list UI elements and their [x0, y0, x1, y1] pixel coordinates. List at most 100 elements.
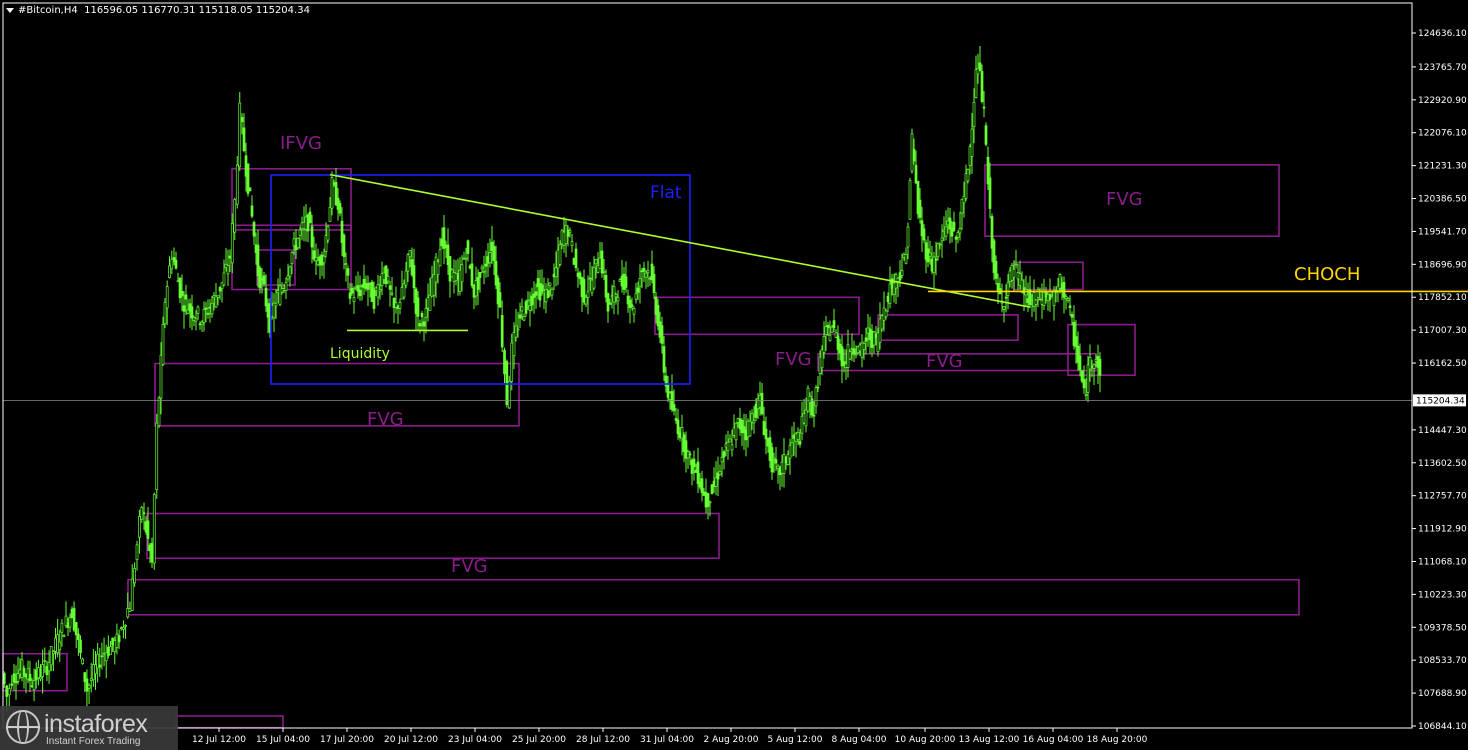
- candle-body: [235, 164, 239, 205]
- candle-body: [252, 221, 256, 237]
- candle-body: [81, 658, 84, 664]
- candle-body: [848, 351, 852, 360]
- candle-body: [238, 102, 242, 168]
- fvg-zone-box: [877, 314, 1019, 341]
- candle-body: [47, 662, 51, 672]
- candle-body: [594, 258, 598, 265]
- candle-body: [476, 277, 480, 290]
- candle-body: [764, 428, 768, 440]
- candles-layer: [2, 46, 1102, 712]
- candle-body: [796, 432, 800, 440]
- candle-body: [98, 664, 102, 668]
- price-tick-label: 109378.50: [1418, 623, 1467, 633]
- candle-body: [1092, 364, 1096, 369]
- candle-body: [113, 640, 117, 652]
- candle-body: [524, 301, 528, 314]
- candle-body: [135, 544, 139, 560]
- time-tick-label: 25 Jul 20:00: [512, 735, 566, 745]
- candle-body: [344, 263, 348, 266]
- candle-body: [672, 404, 676, 411]
- candle-body: [634, 293, 638, 300]
- price-tick-label: 112757.70: [1418, 492, 1467, 502]
- candle-body: [522, 316, 526, 321]
- candle-body: [503, 349, 506, 375]
- candle-body: [352, 297, 356, 302]
- candle-body: [424, 308, 428, 318]
- candle-body: [165, 286, 169, 309]
- liquidity-label: Liquidity: [330, 346, 390, 362]
- candle-body: [1064, 296, 1068, 299]
- candle-body: [466, 240, 470, 254]
- time-tick-label: 13 Aug 12:00: [959, 735, 1020, 745]
- candle-body: [970, 128, 974, 157]
- candle-body: [1014, 263, 1018, 266]
- candle-body: [630, 304, 634, 307]
- candle-body: [28, 673, 32, 681]
- candle-body: [214, 295, 218, 308]
- candle-body: [1006, 282, 1010, 296]
- candle-body: [308, 211, 312, 224]
- candle-body: [510, 342, 514, 382]
- candle-body: [470, 263, 474, 287]
- candle-body: [734, 422, 738, 441]
- candle-body: [180, 290, 184, 297]
- candle-body: [514, 325, 518, 338]
- time-tick-label: 2 Aug 20:00: [704, 735, 759, 745]
- candle-body: [10, 683, 14, 686]
- candle-body: [233, 199, 237, 233]
- candle-body: [100, 655, 104, 658]
- candle-body: [826, 325, 830, 329]
- candle-body: [790, 442, 794, 457]
- price-tick-label: 122076.10: [1418, 129, 1467, 139]
- candle-body: [45, 666, 49, 676]
- candle-body: [760, 392, 764, 415]
- candle-body: [692, 458, 696, 468]
- candle-body: [914, 164, 918, 184]
- candle-body: [832, 320, 836, 328]
- candle-body: [614, 294, 618, 298]
- price-tick-label: 123765.70: [1418, 63, 1467, 73]
- price-tick-label: 111912.90: [1418, 525, 1467, 535]
- candle-body: [584, 296, 588, 305]
- candle-body: [14, 681, 18, 684]
- candle-body: [83, 672, 87, 682]
- candle-body: [726, 441, 730, 451]
- candle-body: [972, 101, 976, 128]
- candle-body: [1068, 305, 1072, 309]
- time-tick-label: 31 Jul 04:00: [640, 735, 694, 745]
- candle-body: [126, 608, 130, 618]
- candle-body: [608, 302, 612, 305]
- candle-body: [346, 268, 350, 276]
- candle-body: [478, 272, 482, 278]
- price-tick-label: 120386.50: [1418, 195, 1467, 205]
- candle-body: [168, 265, 171, 278]
- candle-body: [124, 624, 127, 627]
- candle-body: [206, 312, 210, 315]
- candle-body: [696, 461, 700, 485]
- candle-body: [480, 266, 484, 270]
- candle-body: [586, 291, 590, 298]
- price-tick-label: 113602.50: [1418, 459, 1467, 469]
- brand-name: instaforex: [44, 710, 148, 738]
- candle-body: [1078, 355, 1082, 371]
- fvg-label: FVG: [926, 351, 963, 372]
- candle-body: [662, 346, 666, 373]
- candle-body: [288, 266, 292, 277]
- dropdown-triangle-icon[interactable]: [6, 7, 14, 13]
- candle-body: [128, 608, 132, 612]
- candle-body: [242, 127, 246, 152]
- fvg-zone-box: [175, 715, 284, 729]
- candle-body: [163, 301, 167, 325]
- candle-body: [338, 202, 342, 214]
- price-tick-label: 124636.10: [1418, 29, 1467, 39]
- candle-body: [772, 457, 776, 460]
- candle-body: [250, 205, 254, 217]
- candle-body: [62, 635, 66, 638]
- candle-body: [554, 267, 558, 278]
- candle-body: [488, 252, 492, 264]
- candle-body: [660, 325, 664, 344]
- candle-body: [980, 71, 984, 102]
- candle-body: [500, 315, 504, 348]
- candle-body: [49, 646, 53, 666]
- candle-body: [296, 237, 300, 249]
